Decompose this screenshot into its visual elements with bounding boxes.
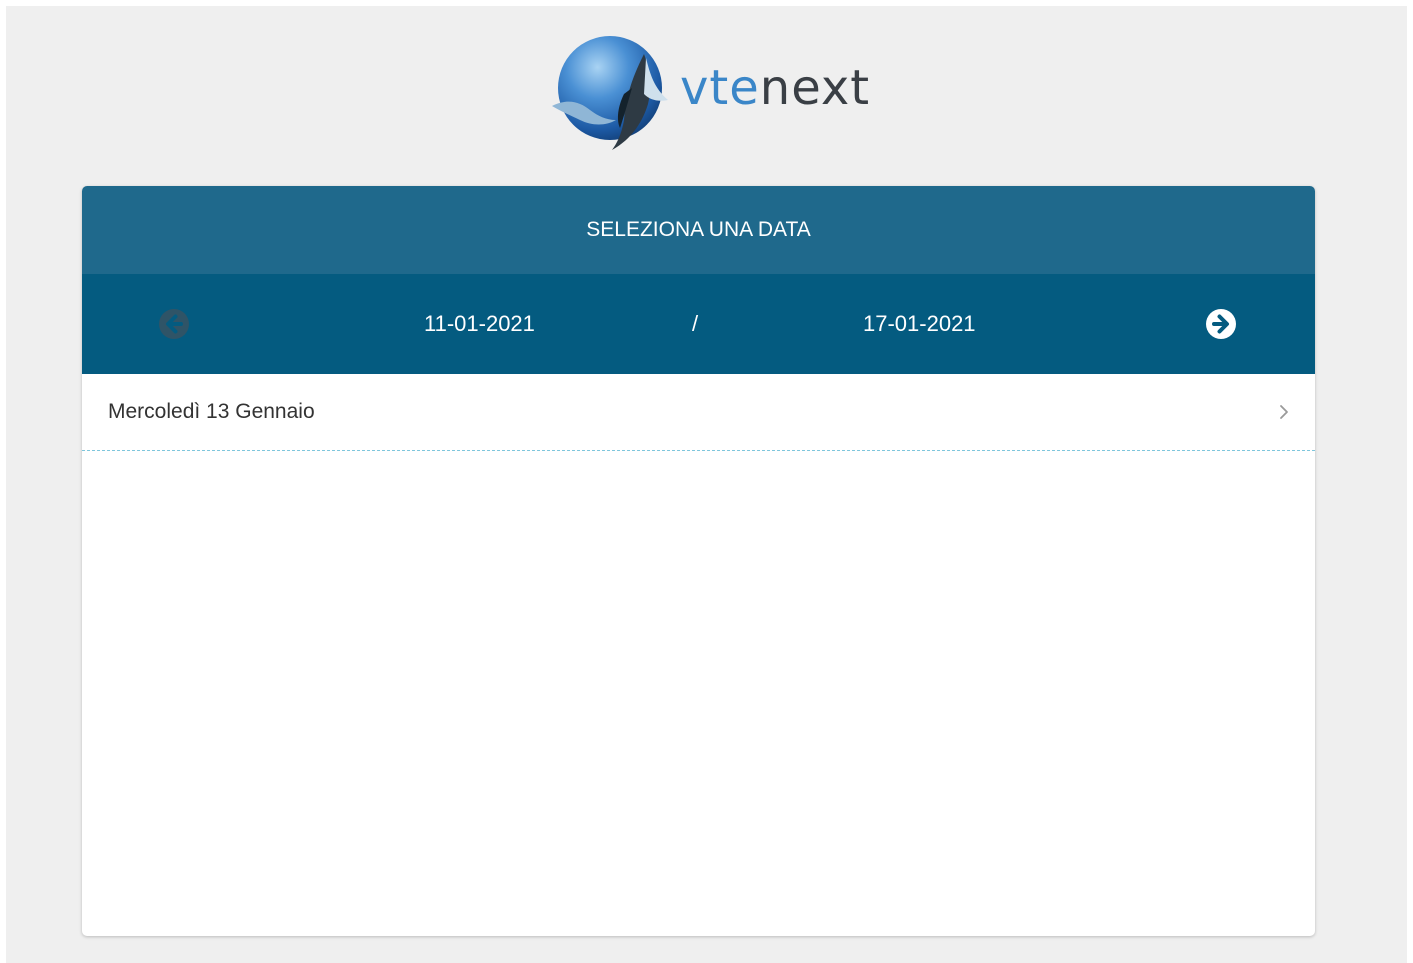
logo-text-part1: vte [680,60,760,116]
list-item-day[interactable]: Mercoledì 13 Gennaio [82,374,1315,451]
card-header: SELEZIONA UNA DATA [82,186,1315,274]
date-selection-card: SELEZIONA UNA DATA 11-01-2021 / 17-01-20… [82,186,1315,936]
arrow-circle-left-icon[interactable] [158,308,190,340]
vtenext-logo: vtenext [546,28,876,154]
week-start-date: 11-01-2021 [424,311,535,336]
week-end-date: 17-01-2021 [863,311,976,336]
globe-whale-logo-icon [552,36,668,150]
logo-wordmark: vtenext [680,58,870,118]
date-separator: / [692,311,699,336]
page-background: vtenext SELEZIONA UNA DATA 11-01-2021 / … [6,6,1407,963]
arrow-circle-right-icon[interactable] [1205,308,1237,340]
day-label: Mercoledì 13 Gennaio [108,400,315,423]
logo-text-part2: next [759,60,871,116]
week-navigation-bar: 11-01-2021 / 17-01-2021 [82,274,1315,374]
chevron-right-icon [1280,405,1288,419]
card-title: SELEZIONA UNA DATA [586,218,811,241]
